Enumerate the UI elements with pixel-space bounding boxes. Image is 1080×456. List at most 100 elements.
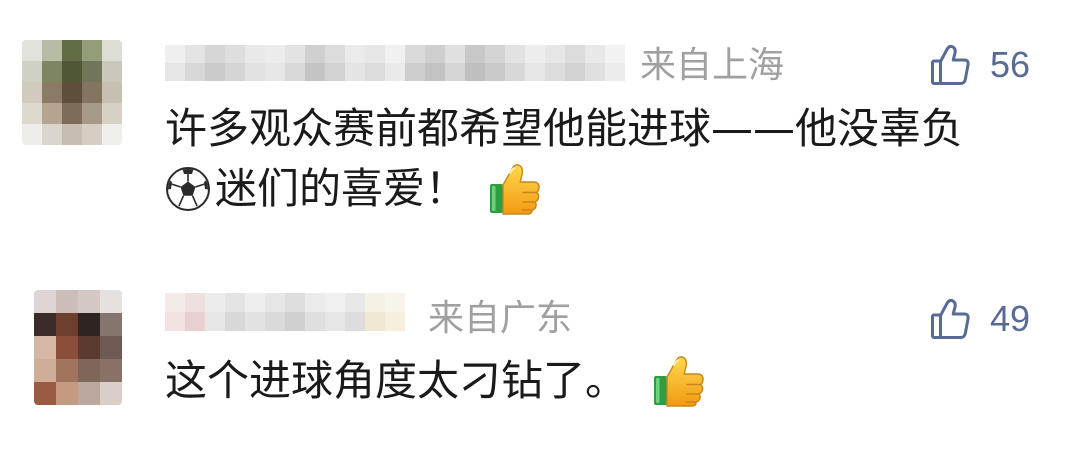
mosaic-cell xyxy=(42,103,62,124)
mosaic-cell xyxy=(345,63,365,81)
mosaic-cell xyxy=(385,63,405,81)
like-count: 49 xyxy=(990,298,1031,339)
mosaic-cell xyxy=(42,40,62,61)
mosaic-cell xyxy=(102,82,122,103)
mosaic-cell xyxy=(305,63,325,81)
ip-location: 来自上海 xyxy=(640,45,785,86)
mosaic-cell xyxy=(285,312,305,331)
comment-text: 许多观众赛前都希望他能进球——他没辜负 迷们的喜爱！ xyxy=(165,99,963,219)
mosaic-cell xyxy=(385,45,405,63)
mosaic-cell xyxy=(465,63,485,81)
mosaic-cell xyxy=(56,359,78,382)
mosaic-cell xyxy=(34,382,56,405)
mosaic-cell xyxy=(34,290,56,313)
avatar[interactable] xyxy=(34,290,122,405)
comment-text-segment: 迷们的喜爱！ xyxy=(215,164,468,213)
mosaic-cell xyxy=(22,61,42,82)
mosaic-cell xyxy=(365,293,385,312)
mosaic-cell xyxy=(505,45,525,63)
mosaic-cell xyxy=(325,45,345,63)
mosaic-cell xyxy=(22,124,42,145)
mosaic-cell xyxy=(100,359,122,382)
mosaic-cell xyxy=(185,45,205,63)
mosaic-cell xyxy=(185,312,205,331)
mosaic-cell xyxy=(102,40,122,61)
mosaic-cell xyxy=(425,45,445,63)
mosaic-cell xyxy=(545,63,565,81)
commenter-name-blurred[interactable] xyxy=(165,45,625,81)
mosaic-cell xyxy=(62,124,82,145)
thumbs-up-outline-icon xyxy=(931,44,970,85)
mosaic-cell xyxy=(225,63,245,81)
mosaic-cell xyxy=(485,63,505,81)
mosaic-cell xyxy=(100,290,122,313)
comment-text-segment: 许多观众赛前都希望他能进球——他没辜负 xyxy=(165,104,964,153)
mosaic-cell xyxy=(42,124,62,145)
mosaic-cell xyxy=(100,313,122,336)
mosaic-cell xyxy=(565,45,585,63)
mosaic-cell xyxy=(185,293,205,312)
mosaic-cell xyxy=(245,312,265,331)
mosaic-cell xyxy=(305,312,325,331)
mosaic-cell xyxy=(445,45,465,63)
mosaic-cell xyxy=(585,45,605,63)
mosaic-cell xyxy=(465,45,485,63)
thumbs-up-emoji-icon xyxy=(654,356,704,407)
mosaic-cell xyxy=(82,124,102,145)
mosaic-cell xyxy=(102,61,122,82)
mosaic-cell xyxy=(34,336,56,359)
avatar[interactable] xyxy=(22,40,122,145)
mosaic-cell xyxy=(165,45,185,63)
mosaic-cell xyxy=(245,293,265,312)
mosaic-cell xyxy=(62,103,82,124)
mosaic-cell xyxy=(185,63,205,81)
mosaic-cell xyxy=(22,103,42,124)
mosaic-cell xyxy=(365,312,385,331)
mosaic-cell xyxy=(605,45,625,63)
mosaic-cell xyxy=(56,313,78,336)
comment-list: 来自上海 56 许多观众赛前都希望他能进球——他没辜负 迷们的喜爱！ 来自广东 … xyxy=(0,0,1080,456)
mosaic-cell xyxy=(445,63,465,81)
mosaic-cell xyxy=(165,312,185,331)
mosaic-cell xyxy=(365,45,385,63)
like-button[interactable]: 49 xyxy=(930,297,1030,341)
mosaic-cell xyxy=(205,63,225,81)
commenter-name-blurred[interactable] xyxy=(165,293,405,331)
ip-location: 来自广东 xyxy=(428,298,573,339)
mosaic-cell xyxy=(265,63,285,81)
mosaic-cell xyxy=(78,290,100,313)
mosaic-cell xyxy=(165,63,185,81)
mosaic-cell xyxy=(34,359,56,382)
mosaic-cell xyxy=(165,293,185,312)
mosaic-cell xyxy=(485,45,505,63)
mosaic-cell xyxy=(285,45,305,63)
mosaic-cell xyxy=(345,293,365,312)
mosaic-cell xyxy=(100,382,122,405)
mosaic-cell xyxy=(265,312,285,331)
mosaic-cell xyxy=(62,40,82,61)
thumbs-up-emoji-icon xyxy=(490,164,540,215)
mosaic-cell xyxy=(42,82,62,103)
mosaic-cell xyxy=(225,312,245,331)
mosaic-cell xyxy=(345,312,365,331)
like-count: 56 xyxy=(990,44,1031,85)
mosaic-cell xyxy=(265,45,285,63)
like-button[interactable]: 56 xyxy=(930,43,1030,87)
mosaic-cell xyxy=(42,61,62,82)
mosaic-cell xyxy=(205,312,225,331)
mosaic-cell xyxy=(82,40,102,61)
mosaic-cell xyxy=(305,45,325,63)
mosaic-cell xyxy=(56,382,78,405)
mosaic-cell xyxy=(78,382,100,405)
comment-text-line: 迷们的喜爱！ xyxy=(165,159,963,219)
mosaic-cell xyxy=(405,45,425,63)
mosaic-cell xyxy=(325,312,345,331)
mosaic-cell xyxy=(305,293,325,312)
mosaic-cell xyxy=(565,63,585,81)
soccer-ball-emoji-icon xyxy=(166,167,210,211)
mosaic-cell xyxy=(78,313,100,336)
mosaic-cell xyxy=(285,63,305,81)
mosaic-cell xyxy=(82,103,102,124)
mosaic-cell xyxy=(605,63,625,81)
mosaic-cell xyxy=(385,293,405,312)
